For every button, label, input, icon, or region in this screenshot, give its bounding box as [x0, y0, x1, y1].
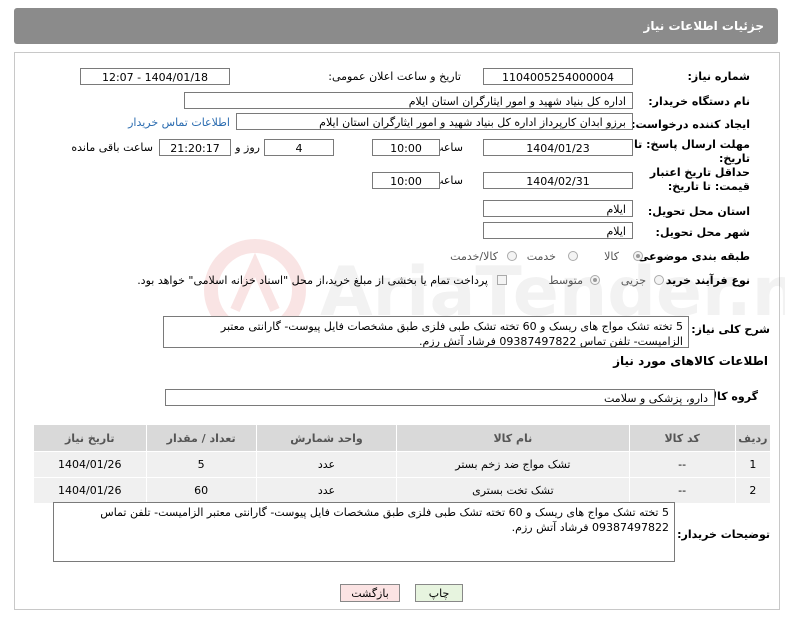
creator-label: ایجاد کننده درخواست:	[631, 118, 750, 131]
category-option-goods-service: کالا/خدمت	[450, 250, 498, 263]
days-label: روز و	[235, 141, 260, 154]
process-radio-medium[interactable]	[590, 275, 600, 285]
deadline-time-field: 10:00	[372, 139, 440, 156]
announce-label: تاریخ و ساعت اعلان عمومی:	[328, 70, 461, 83]
province-label: استان محل تحویل:	[647, 205, 750, 218]
deadline-label: مهلت ارسال پاسخ: تا تاریخ:	[630, 138, 750, 166]
category-option-goods: کالا	[604, 250, 619, 263]
category-radio-goods[interactable]	[633, 251, 643, 261]
time-remaining-label: ساعت باقی مانده	[71, 141, 153, 154]
process-radio-minor[interactable]	[654, 275, 664, 285]
payment-note: پرداخت تمام یا بخشی از مبلغ خرید،از محل …	[137, 274, 488, 287]
category-label: طبقه بندی موضوعی:	[633, 250, 750, 263]
cell-date: 1404/01/26	[33, 451, 147, 478]
col-row: ردیف	[734, 424, 772, 452]
need-number-label: شماره نیاز:	[687, 70, 750, 83]
price-valid-time-field: 10:00	[372, 172, 440, 189]
category-option-service: خدمت	[526, 250, 556, 263]
print-button[interactable]: چاپ	[415, 584, 463, 602]
announce-field: 1404/01/18 - 12:07	[80, 68, 230, 85]
process-label: نوع فرآیند خرید :	[657, 274, 750, 287]
col-unit: واحد شمارش	[255, 424, 398, 452]
col-name: نام کالا	[396, 424, 630, 452]
process-option-medium: متوسط	[548, 274, 583, 287]
goods-section-title: اطلاعات کالاهای مورد نیاز	[613, 354, 768, 368]
goods-table-header: ردیف کد کالا نام کالا واحد شمارش تعداد /…	[33, 424, 772, 452]
category-radio-goods-service[interactable]	[507, 251, 517, 261]
description-label: شرح کلی نیاز:	[691, 323, 770, 336]
city-label: شهر محل تحویل:	[655, 226, 750, 239]
buyer-label: نام دستگاه خریدار:	[648, 95, 750, 108]
price-valid-label-text: حداقل تاریخ اعتبار قیمت: تا تاریخ:	[649, 166, 750, 193]
price-valid-label: حداقل تاریخ اعتبار قیمت: تا تاریخ:	[620, 166, 750, 194]
page-header: جزئیات اطلاعات نیاز	[14, 8, 778, 44]
cell-row: 2	[734, 477, 772, 504]
cell-unit: عدد	[255, 451, 398, 478]
province-field: ایلام	[483, 200, 633, 217]
cell-row: 1	[734, 451, 772, 478]
cell-qty: 60	[145, 477, 257, 504]
payment-checkbox[interactable]	[497, 275, 507, 285]
col-code: کد کالا	[628, 424, 736, 452]
cell-name: تشک تخت بستری	[396, 477, 630, 504]
back-button[interactable]: بازگشت	[340, 584, 400, 602]
buyer-notes-textarea[interactable]: 5 تخته تشک مواج های ریسک و 60 تخته تشک ط…	[53, 502, 675, 562]
time-remaining-field: 21:20:17	[159, 139, 231, 156]
price-valid-date-field: 1404/02/31	[483, 172, 633, 189]
goods-table: ردیف کد کالا نام کالا واحد شمارش تعداد /…	[33, 424, 772, 504]
deadline-date-field: 1404/01/23	[483, 139, 633, 156]
table-row: 2 -- تشک تخت بستری عدد 60 1404/01/26	[33, 477, 772, 504]
cell-name: تشک مواج ضد زخم بستر	[396, 451, 630, 478]
contact-buyer-link[interactable]: اطلاعات تماس خریدار	[128, 116, 230, 129]
col-qty: تعداد / مقدار	[145, 424, 257, 452]
page-title: جزئیات اطلاعات نیاز	[643, 19, 764, 33]
cell-unit: عدد	[255, 477, 398, 504]
need-number-field: 1104005254000004	[483, 68, 633, 85]
creator-field: برزو ابدان کارپرداز اداره کل بنیاد شهید …	[236, 113, 633, 130]
cell-qty: 5	[145, 451, 257, 478]
category-radio-service[interactable]	[568, 251, 578, 261]
city-field: ایلام	[483, 222, 633, 239]
deadline-label-text: مهلت ارسال پاسخ: تا تاریخ:	[634, 138, 750, 165]
description-textarea[interactable]: 5 تخته تشک مواج های ریسک و 60 تخته تشک ط…	[163, 316, 689, 348]
cell-code: --	[628, 477, 736, 504]
cell-date: 1404/01/26	[33, 477, 147, 504]
days-remaining-field: 4	[264, 139, 334, 156]
col-date: تاریخ نیاز	[33, 424, 147, 452]
buyer-notes-label: توضیحات خریدار:	[677, 528, 770, 541]
process-option-minor: جزیی	[620, 274, 646, 287]
buyer-field: اداره کل بنیاد شهید و امور ایثارگران است…	[184, 92, 633, 109]
goods-group-field: دارو، پزشکی و سلامت	[165, 389, 715, 406]
table-row: 1 -- تشک مواج ضد زخم بستر عدد 5 1404/01/…	[33, 451, 772, 478]
cell-code: --	[628, 451, 736, 478]
